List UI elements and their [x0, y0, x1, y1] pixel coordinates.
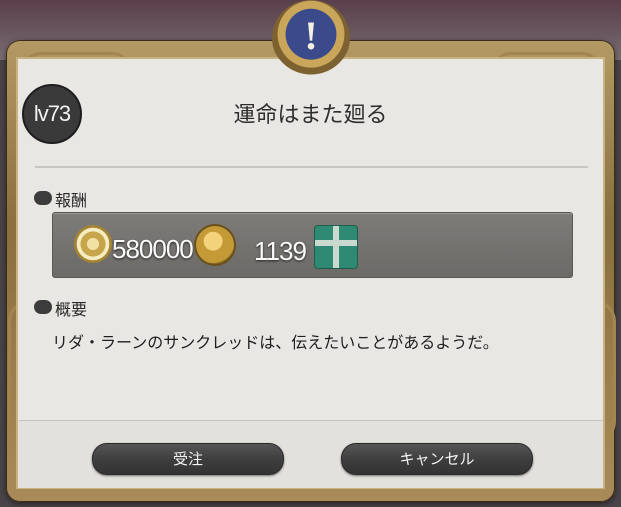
title-divider: [35, 166, 588, 168]
gold-coin-icon[interactable]: [196, 226, 234, 264]
summary-section-label: 概要: [55, 300, 88, 319]
currency-amount: 1139: [254, 236, 307, 266]
quest-title: 運命はまた廻る: [233, 103, 388, 128]
quest-summary-text: リダ・ラーンのサンクレッドは、伝えたいことがあるようだ。: [52, 333, 499, 352]
exclamation-icon: !: [272, 0, 350, 76]
accept-button[interactable]: 受注: [92, 443, 284, 475]
gil-icon[interactable]: [74, 225, 112, 263]
cancel-button[interactable]: キャンセル: [341, 443, 533, 475]
gift-box-icon[interactable]: [314, 225, 358, 269]
gil-amount: 580000: [112, 234, 194, 264]
reward-section-icon: [34, 191, 52, 205]
reward-section-label: 報酬: [55, 191, 88, 210]
summary-section-icon: [34, 300, 52, 314]
